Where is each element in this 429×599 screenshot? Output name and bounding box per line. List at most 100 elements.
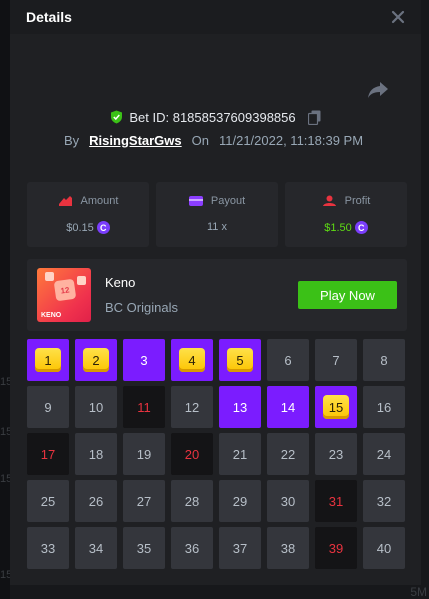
tile-number: 21 [232,446,248,462]
tile-number: 24 [376,446,392,462]
tile-number: 34 [88,540,104,556]
verified-shield-icon [111,110,123,124]
tile-number: 30 [280,493,296,509]
tile-number: 36 [184,540,200,556]
close-button[interactable] [387,6,409,28]
keno-tile-7: 7 [315,339,357,381]
tile-number: 6 [284,352,292,368]
amount-card: Amount $0.15 C [27,182,149,247]
tile-number: 27 [136,493,152,509]
tile-number: 25 [40,493,56,509]
tile-number: 39 [328,540,344,556]
payout-card: Payout 11 x [156,182,278,247]
keno-tile-22: 22 [267,433,309,475]
tile-number: 12 [184,399,200,415]
tile-number: 3 [140,352,148,368]
bet-meta-row: By RisingStarGws On 11/21/2022, 11:18:39… [64,131,363,149]
profit-icon [322,195,336,206]
wallet-icon [188,196,203,206]
tile-number: 20 [184,446,200,462]
keno-tile-11: 11 [123,386,165,428]
hit-chip: 5 [227,348,253,372]
tile-number: 10 [88,399,104,415]
hit-chip: 4 [179,348,205,372]
profit-label: Profit [344,195,371,207]
keno-tile-23: 23 [315,433,357,475]
tile-number: 8 [380,352,388,368]
tile-number: 35 [136,540,152,556]
keno-tile-38: 38 [267,527,309,569]
keno-tile-14: 14 [267,386,309,428]
keno-tile-40: 40 [363,527,405,569]
payout-label: Payout [210,195,246,207]
keno-tile-9: 9 [27,386,69,428]
tile-number: 28 [184,493,200,509]
tile-number: 40 [376,540,392,556]
keno-tile-31: 31 [315,480,357,522]
username-link[interactable]: RisingStarGws [89,133,181,148]
keno-tile-39: 39 [315,527,357,569]
background-text: 5M [410,585,427,599]
keno-tile-37: 37 [219,527,261,569]
tile-number: 11 [137,399,151,415]
keno-tile-5: 5 [219,339,261,381]
amount-icon [58,196,72,206]
amount-label: Amount [80,195,119,207]
tile-number: 22 [280,446,296,462]
bet-details-modal: Details Bet ID: 81858537609398856 By Ris… [10,0,421,585]
tile-number: 18 [88,446,104,462]
keno-tile-20: 20 [171,433,213,475]
keno-tile-25: 25 [27,480,69,522]
by-label: By [64,132,80,148]
profit-value: $1.50 [324,221,352,234]
keno-tile-33: 33 [27,527,69,569]
keno-tile-2: 2 [75,339,117,381]
modal-title: Details [26,9,72,25]
keno-tile-15: 15 [315,386,357,428]
tile-number: 29 [232,493,248,509]
keno-tile-32: 32 [363,480,405,522]
game-name: Keno [105,275,136,290]
tile-number: 37 [232,540,248,556]
close-icon [391,10,405,24]
keno-tile-35: 35 [123,527,165,569]
keno-tile-34: 34 [75,527,117,569]
on-label: On [191,132,209,148]
share-button[interactable] [367,80,389,100]
tile-number: 19 [136,446,152,462]
keno-ball-icon [77,276,86,285]
keno-tile-28: 28 [171,480,213,522]
thumbnail-label: KENO [41,312,62,319]
background-page-edge: 15 15 15 15 [0,0,12,599]
keno-thumbnail[interactable]: 12 KENO [37,268,91,322]
play-now-button[interactable]: Play Now [298,281,397,309]
hit-chip: 1 [35,348,61,372]
keno-tile-30: 30 [267,480,309,522]
keno-tile-19: 19 [123,433,165,475]
keno-tile-13: 13 [219,386,261,428]
keno-tile-21: 21 [219,433,261,475]
tile-number: 9 [44,399,52,415]
keno-tile-12: 12 [171,386,213,428]
keno-tile-4: 4 [171,339,213,381]
hit-chip: 15 [323,395,349,419]
bet-id: Bet ID: 81858537609398856 [129,109,296,125]
keno-tile-6: 6 [267,339,309,381]
tile-number: 31 [328,493,344,509]
keno-tile-8: 8 [363,339,405,381]
bet-id-row: Bet ID: 81858537609398856 [10,107,421,127]
tile-number: 7 [332,352,340,368]
keno-ball-icon: 12 [53,278,77,302]
keno-tile-1: 1 [27,339,69,381]
keno-tile-18: 18 [75,433,117,475]
keno-tile-16: 16 [363,386,405,428]
modal-header: Details [10,0,421,34]
keno-tile-17: 17 [27,433,69,475]
hit-chip: 2 [83,348,109,372]
keno-tile-36: 36 [171,527,213,569]
keno-grid: 1 2 3 4 5 6 7 8 9 10 11 12 13 14 15 16 17 18 19 20 21 22 23 24 2… [27,339,407,572]
copy-button[interactable] [307,110,321,125]
keno-tile-26: 26 [75,480,117,522]
tile-number: 13 [232,399,248,415]
keno-tile-10: 10 [75,386,117,428]
